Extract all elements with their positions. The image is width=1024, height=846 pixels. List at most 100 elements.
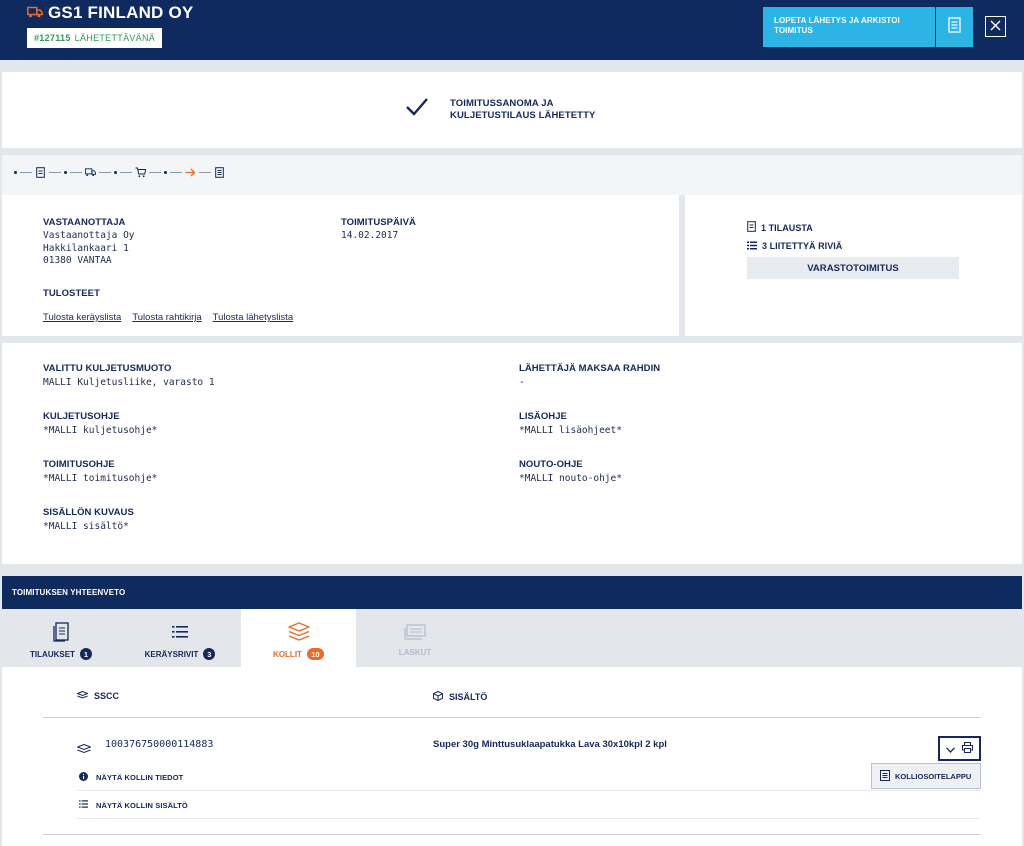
- pickup-instructions-block: NOUTO-OHJE *MALLI nouto-ohje*: [519, 459, 622, 486]
- package-label-button-text: KOLLIOSOITELAPPU: [895, 771, 972, 781]
- tab-picking-rows-label: KERÄYSRIVIT: [144, 649, 199, 659]
- tab-invoices-label: LASKUT: [398, 648, 432, 657]
- prints-label: TULOSTEET: [43, 288, 100, 299]
- document-icon: [35, 167, 46, 178]
- package-icon: [76, 741, 92, 759]
- arrow-right-icon: [185, 167, 196, 178]
- truck-icon: [27, 3, 43, 23]
- package-stack-icon: [287, 621, 310, 643]
- package-sscc: 100376750000114883: [105, 739, 214, 750]
- transport-panel: VALITTU KULJETUSMUOTO MALLI Kuljetusliik…: [2, 343, 1022, 564]
- print-waybill-link[interactable]: Tulosta rahtikirja: [132, 312, 201, 323]
- rows-count: 3 LIITETTYÄ RIVIÄ: [747, 237, 842, 255]
- orders-count: 1 TILAUSTA: [747, 219, 813, 237]
- package-content: Super 30g Minttusuklaapatukka Lava 30x10…: [433, 739, 667, 750]
- info-icon: [79, 772, 96, 783]
- success-message: TOIMITUSSANOMA JA KULJETUSTILAUS LÄHETET…: [450, 98, 596, 121]
- transport-instructions: *MALLI kuljetusohje*: [43, 425, 158, 436]
- tab-orders-label: TILAUKSET: [30, 649, 75, 659]
- box-icon: [433, 690, 449, 703]
- contents-description: *MALLI sisältö*: [43, 521, 129, 532]
- transport-method: MALLI Kuljetusliike, varasto 1: [43, 377, 215, 388]
- status-badge: #127115 LÄHETETTÄVÄNÄ: [27, 28, 163, 48]
- list-icon: [79, 800, 96, 810]
- transport-method-label: VALITTU KULJETUSMUOTO: [43, 363, 172, 374]
- delivery-date: 14.02.2017: [341, 230, 399, 241]
- tab-orders[interactable]: TILAUKSET 1: [2, 609, 120, 667]
- print-dispatch-list-link[interactable]: Tulosta lähetyslista: [213, 312, 293, 323]
- list-icon: [172, 621, 188, 643]
- show-package-details-link[interactable]: NÄYTÄ KOLLIN TIEDOT: [79, 772, 183, 783]
- checkmark-icon: [405, 97, 429, 122]
- progress-steps: [2, 155, 1022, 195]
- sscc-column-header: SSCC: [76, 690, 120, 701]
- truck-icon: [85, 167, 96, 178]
- show-package-details-text: NÄYTÄ KOLLIN TIEDOT: [96, 773, 184, 782]
- sscc-column-label: SSCC: [94, 691, 120, 701]
- company-name: GS1 FINLAND OY: [48, 3, 194, 22]
- list-icon: [747, 237, 757, 255]
- print-picking-list-link[interactable]: Tulosta keräyslista: [43, 312, 121, 323]
- delivery-info-panel: VASTAANOTTAJA Vastaanottaja Oy Hakkilank…: [2, 195, 679, 336]
- table-header-divider: [43, 717, 980, 718]
- tab-invoices: LASKUT: [356, 609, 474, 667]
- freight-payer: -: [519, 377, 525, 388]
- label-icon: [880, 769, 895, 783]
- recipient-city: 01380 VANTAA: [43, 255, 112, 266]
- step-dot: [164, 171, 167, 174]
- delivery-instructions-label: TOIMITUSOHJE: [43, 459, 115, 470]
- summary-title: TOIMITUKSEN YHTEENVETO: [2, 576, 1022, 609]
- close-icon: [990, 18, 1001, 36]
- tab-picking-rows[interactable]: KERÄYSRIVIT 3: [120, 609, 240, 667]
- table-bottom-divider: [43, 834, 980, 835]
- step-dot: [14, 171, 17, 174]
- tab-picking-rows-count: 3: [203, 648, 216, 660]
- close-button[interactable]: [985, 16, 1006, 37]
- transport-instructions-block: KULJETUSOHJE *MALLI kuljetusohje*: [43, 411, 157, 438]
- tab-packages[interactable]: KOLLIT 10: [241, 609, 356, 667]
- contents-description-block: SISÄLLÖN KUVAUS *MALLI sisältö*: [43, 507, 134, 534]
- recipient-name: Vastaanottaja Oy: [43, 230, 135, 241]
- orders-count-text: 1 TILAUSTA: [761, 223, 813, 233]
- app-header: GS1 FINLAND OY #127115 LÄHETETTÄVÄNÄ LOP…: [0, 0, 1024, 60]
- delivery-summary-panel: TOIMITUKSEN YHTEENVETO TILAUKSET 1 KERÄYS…: [2, 576, 1022, 846]
- delivery-type-badge: VARASTOTOIMITUS: [747, 257, 959, 279]
- recipient-street: Hakkilankaari 1: [43, 242, 129, 254]
- freight-payer-label: LÄHETTÄJÄ MAKSAA RAHDIN: [519, 363, 661, 374]
- cart-icon: [135, 167, 146, 178]
- show-package-contents-link[interactable]: NÄYTÄ KOLLIN SISÄLTÖ: [79, 800, 188, 810]
- tab-packages-label: KOLLIT: [273, 649, 302, 659]
- delivery-date-block: TOIMITUSPÄIVÄ 14.02.2017: [341, 217, 416, 243]
- status-text: LÄHETETTÄVÄNÄ: [74, 33, 156, 43]
- document-icon: [747, 219, 756, 237]
- rows-count-text: 3 LIITETTYÄ RIVIÄ: [762, 241, 843, 251]
- document-button[interactable]: [936, 7, 973, 47]
- transport-method-block: VALITTU KULJETUSMUOTO MALLI Kuljetusliik…: [43, 363, 215, 390]
- extra-instructions: *MALLI lisäohjeet*: [519, 425, 622, 436]
- extra-instructions-label: LISÄOHJE: [519, 411, 567, 422]
- order-number: #127115: [34, 33, 71, 43]
- step-dot: [114, 171, 117, 174]
- summary-tabs: TILAUKSET 1 KERÄYSRIVIT 3 KOLLIT 10 LASKUT: [2, 609, 1022, 667]
- invoice-icon: [404, 621, 426, 643]
- recipient-block: VASTAANOTTAJA Vastaanottaja Oy Hakkilank…: [43, 217, 135, 268]
- document-icon: [947, 16, 962, 38]
- package-actions: [938, 736, 981, 761]
- package-label-button[interactable]: KOLLIOSOITELAPPU: [871, 763, 981, 789]
- recipient-label: VASTAANOTTAJA: [43, 217, 126, 228]
- row-divider: [77, 790, 980, 791]
- contents-description-label: SISÄLLÖN KUVAUS: [43, 507, 134, 518]
- transport-instructions-label: KULJETUSOHJE: [43, 411, 120, 422]
- document-icon: [53, 621, 69, 643]
- success-panel: TOIMITUSSANOMA JA KULJETUSTILAUS LÄHETET…: [2, 72, 1022, 148]
- archive-delivery-button[interactable]: LOPETA LÄHETYS JA ARKISTOI TOIMITUS: [763, 7, 935, 47]
- pickup-instructions-label: NOUTO-OHJE: [519, 459, 583, 470]
- chevron-down-icon[interactable]: [946, 740, 956, 758]
- tab-orders-count: 1: [79, 648, 92, 660]
- pickup-instructions: *MALLI nouto-ohje*: [519, 473, 622, 484]
- prints-block: TULOSTEET Tulosta keräyslista Tulosta rah…: [43, 288, 304, 325]
- extra-instructions-block: LISÄOHJE *MALLI lisäohjeet*: [519, 411, 622, 438]
- print-icon[interactable]: [961, 740, 973, 758]
- freight-payer-block: LÄHETTÄJÄ MAKSAA RAHDIN -: [519, 363, 660, 390]
- delivery-instructions: *MALLI toimitusohje*: [43, 473, 158, 484]
